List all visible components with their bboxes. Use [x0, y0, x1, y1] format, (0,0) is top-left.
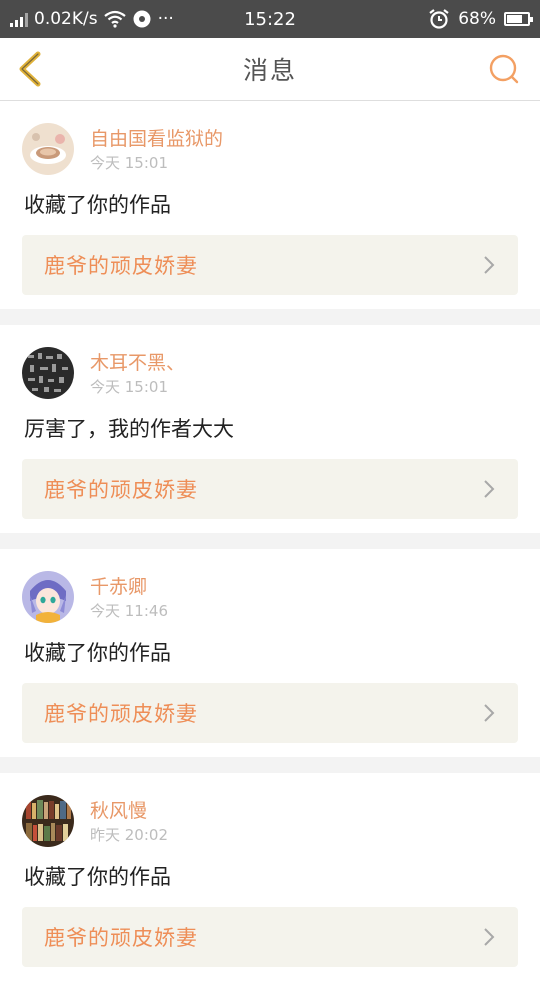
status-bar-right: 68% — [270, 8, 533, 30]
avatar[interactable] — [22, 123, 74, 175]
separator — [0, 757, 540, 773]
work-title: 鹿爷的顽皮娇妻 — [44, 702, 198, 726]
message-time: 今天 15:01 — [90, 154, 168, 172]
status-bar: 0.02K/s ··· 15:22 68% — [0, 0, 540, 38]
battery-level — [507, 15, 522, 23]
avatar-image — [22, 347, 74, 399]
wifi-icon — [103, 10, 126, 28]
more-notifications: ··· — [157, 9, 174, 29]
username[interactable]: 自由国看监狱的 — [90, 127, 223, 151]
chevron-left-icon — [19, 51, 41, 87]
message-text: 收藏了你的作品 — [24, 641, 171, 665]
message-time: 今天 15:01 — [90, 378, 168, 396]
message-time: 今天 11:46 — [90, 602, 168, 620]
work-link[interactable]: 鹿爷的顽皮娇妻 — [22, 459, 518, 519]
avatar[interactable] — [22, 795, 74, 847]
work-title: 鹿爷的顽皮娇妻 — [44, 926, 198, 950]
chevron-right-icon — [484, 704, 495, 722]
chevron-right-icon — [484, 256, 495, 274]
avatar-image — [22, 795, 74, 847]
battery-icon — [504, 12, 533, 26]
work-link[interactable]: 鹿爷的顽皮娇妻 — [22, 907, 518, 967]
search-button[interactable] — [488, 53, 520, 85]
message-text: 厉害了，我的作者大大 — [24, 417, 234, 441]
message-time: 昨天 20:02 — [90, 826, 168, 844]
chevron-right-icon — [484, 480, 495, 498]
separator — [0, 533, 540, 549]
avatar-image — [22, 571, 74, 623]
work-link[interactable]: 鹿爷的顽皮娇妻 — [22, 235, 518, 295]
username[interactable]: 秋风慢 — [90, 799, 168, 823]
search-icon — [489, 54, 519, 84]
status-time: 15:22 — [244, 8, 296, 30]
back-button[interactable] — [14, 50, 46, 88]
status-bar-left: 0.02K/s ··· — [10, 9, 270, 29]
message-item: 千赤卿 今天 11:46 收藏了你的作品 鹿爷的顽皮娇妻 — [0, 549, 540, 757]
user-info: 千赤卿 今天 11:46 — [90, 571, 168, 623]
message-header: 木耳不黑、 今天 15:01 — [22, 347, 518, 399]
message-text: 收藏了你的作品 — [24, 865, 171, 889]
avatar[interactable] — [22, 347, 74, 399]
work-title: 鹿爷的顽皮娇妻 — [44, 478, 198, 502]
message-header: 自由国看监狱的 今天 15:01 — [22, 123, 518, 175]
app-header: 消息 — [0, 38, 540, 101]
page-title: 消息 — [242, 56, 297, 85]
user-info: 木耳不黑、 今天 15:01 — [90, 347, 185, 399]
username[interactable]: 千赤卿 — [90, 575, 168, 599]
message-list: 自由国看监狱的 今天 15:01 收藏了你的作品 鹿爷的顽皮娇妻 木耳不黑、 今… — [0, 101, 540, 981]
alarm-icon — [429, 9, 449, 29]
net-speed: 0.02K/s — [34, 9, 98, 29]
work-title: 鹿爷的顽皮娇妻 — [44, 254, 198, 278]
chevron-right-icon — [484, 928, 495, 946]
work-link[interactable]: 鹿爷的顽皮娇妻 — [22, 683, 518, 743]
notification-icon — [133, 10, 151, 28]
username[interactable]: 木耳不黑、 — [90, 351, 185, 375]
avatar[interactable] — [22, 571, 74, 623]
signal-icon — [10, 11, 28, 27]
user-info: 秋风慢 昨天 20:02 — [90, 795, 168, 847]
message-item: 自由国看监狱的 今天 15:01 收藏了你的作品 鹿爷的顽皮娇妻 — [0, 101, 540, 309]
message-text: 收藏了你的作品 — [24, 193, 171, 217]
battery-percent: 68% — [458, 9, 496, 29]
separator — [0, 309, 540, 325]
message-header: 秋风慢 昨天 20:02 — [22, 795, 518, 847]
user-info: 自由国看监狱的 今天 15:01 — [90, 123, 223, 175]
message-item: 秋风慢 昨天 20:02 收藏了你的作品 鹿爷的顽皮娇妻 — [0, 773, 540, 981]
message-header: 千赤卿 今天 11:46 — [22, 571, 518, 623]
avatar-image — [22, 123, 74, 175]
message-item: 木耳不黑、 今天 15:01 厉害了，我的作者大大 鹿爷的顽皮娇妻 — [0, 325, 540, 533]
